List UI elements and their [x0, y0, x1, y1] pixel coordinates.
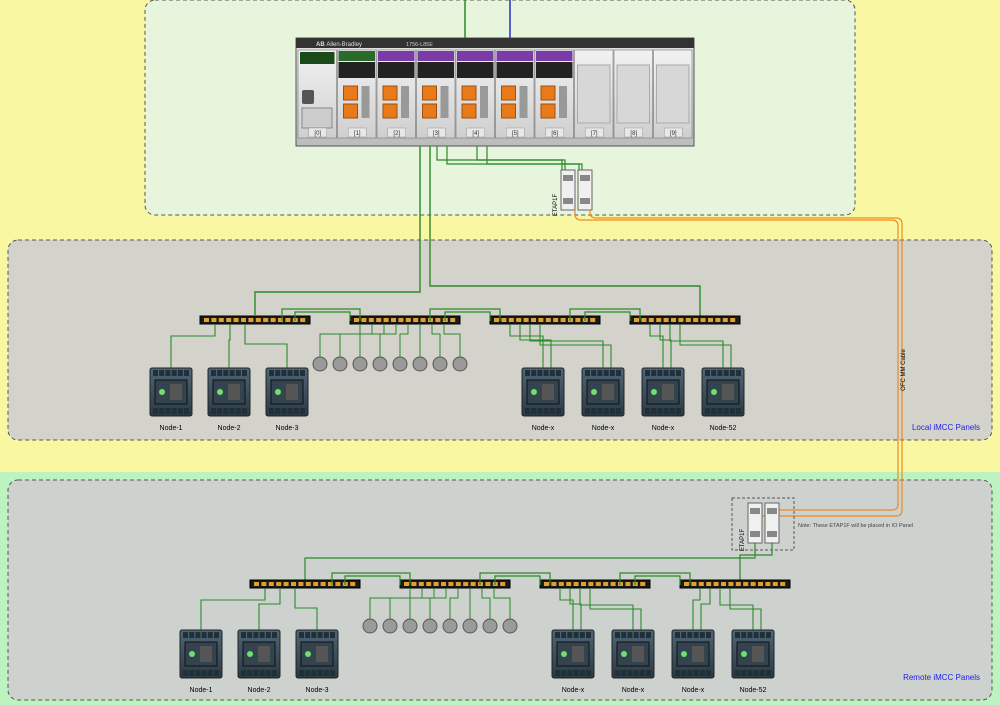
plc-slot-num: [0]	[314, 131, 321, 137]
node-label: Node-x	[562, 687, 585, 694]
plc-slot-num: [3]	[433, 131, 440, 137]
fiber-label: OFC MM Cable	[901, 349, 907, 391]
plc-slot-num: [8]	[630, 131, 637, 137]
plc-model: 1756-L85E	[406, 42, 433, 48]
local-title: Local iMCC Panels	[912, 423, 980, 432]
node-label: Node-1	[160, 425, 183, 432]
node-label: Node-3	[276, 425, 299, 432]
plc-slot-num: [6]	[551, 131, 558, 137]
node-label: Node-52	[710, 425, 737, 432]
network-diagram: Local iMCC Panels Remote iMCC Panels AB …	[0, 0, 1000, 705]
node-label: Node-x	[622, 687, 645, 694]
node-label: Node-1	[190, 687, 213, 694]
node-label: Node-x	[532, 425, 555, 432]
plc-chassis: AB Allen-Bradley 1756-L85E [0] [1] [2] [3] […	[296, 38, 694, 146]
node-label: Node-2	[248, 687, 271, 694]
plc-slot-num: [5]	[512, 131, 519, 137]
etap-plc-label: ETAP1F	[553, 194, 559, 217]
node-label: Node-x	[682, 687, 705, 694]
plc-brand: AB Allen-Bradley	[316, 42, 362, 48]
plc-slot-num: [9]	[670, 131, 677, 137]
plc-slot-num: [7]	[591, 131, 598, 137]
node-label: Node-x	[652, 425, 675, 432]
remote-title: Remote iMCC Panels	[903, 673, 980, 682]
remote-note: Note: These ETAP1F will be placed in IO …	[798, 523, 913, 529]
node-label: Node-x	[592, 425, 615, 432]
etap-remote-label: ETAP1F	[740, 529, 746, 552]
panel-remote	[8, 480, 992, 700]
plc-slot-num: [1]	[354, 131, 361, 137]
plc-slot-num: [4]	[472, 131, 479, 137]
node-label: Node-2	[218, 425, 241, 432]
plc-slot-num: [2]	[393, 131, 400, 137]
node-label: Node-3	[306, 687, 329, 694]
node-label: Node-52	[740, 687, 767, 694]
